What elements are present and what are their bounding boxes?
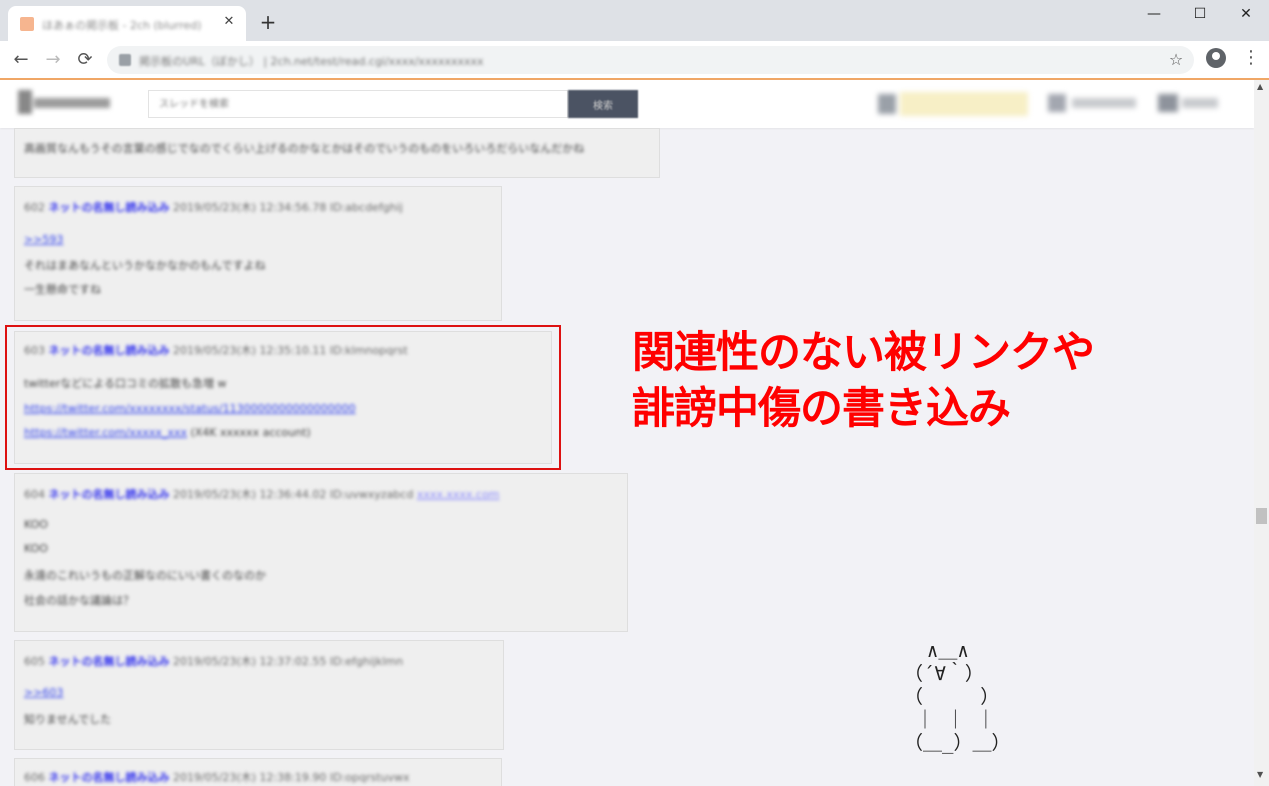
post: 606 ネットの名無し読み込み 2019/05/23(木) 12:38:19.9…: [14, 758, 502, 786]
post-extra-link[interactable]: xxxx.xxxx.com: [417, 488, 500, 501]
post-number: 602: [24, 201, 45, 214]
post-body-line: KOO: [24, 518, 48, 531]
annotation-callout: 関連性のない被リンクや 誹謗中傷の書き込み: [632, 325, 1212, 437]
site-header: 検索: [0, 80, 1254, 128]
back-icon[interactable]: ←: [10, 49, 32, 71]
address-bar[interactable]: 掲示板のURL（ぼかし） | 2ch.net/test/read.cgi/xxx…: [107, 46, 1194, 74]
annotation-highlight-box: [5, 325, 561, 470]
site-search-button[interactable]: 検索: [568, 90, 638, 118]
reply-anchor-link[interactable]: >>593: [24, 233, 63, 246]
maximize-button[interactable]: ☐: [1177, 0, 1223, 30]
post: 602 ネットの名無し読み込み 2019/05/23(木) 12:34:56.7…: [14, 186, 502, 321]
browser-tab[interactable]: ほあぁの掲示板 - 2ch (blurred) ✕: [8, 6, 246, 41]
post-body-line: 社会の話かな議論は？: [24, 594, 134, 607]
post-body-line: 知りませんでした: [24, 713, 112, 726]
browser-menu-icon[interactable]: ⋮: [1242, 47, 1260, 69]
close-window-button[interactable]: ✕: [1223, 0, 1269, 30]
minimize-button[interactable]: —: [1131, 0, 1177, 30]
post-body-line: 一生懸命ですね: [24, 283, 101, 296]
scroll-up-icon[interactable]: ▲: [1257, 82, 1263, 91]
header-promo-button[interactable]: [878, 90, 1028, 118]
post-header: 606 ネットの名無し読み込み 2019/05/23(木) 12:38:19.9…: [24, 769, 410, 785]
site-logo[interactable]: [18, 90, 110, 116]
site-favicon-icon: [20, 17, 34, 31]
post-author-link[interactable]: ネットの名無し読み込み: [49, 655, 170, 668]
address-url[interactable]: 掲示板のURL（ぼかし） | 2ch.net/test/read.cgi/xxx…: [139, 53, 484, 69]
new-tab-button[interactable]: +: [258, 12, 278, 32]
post-header: 604 ネットの名無し読み込み 2019/05/23(木) 12:36:44.0…: [24, 486, 499, 502]
post-number: 605: [24, 655, 45, 668]
close-tab-icon[interactable]: ✕: [220, 13, 238, 31]
forward-icon[interactable]: →: [42, 49, 64, 71]
reload-icon[interactable]: ⟳: [74, 49, 96, 71]
post-body-line: KOO: [24, 542, 48, 555]
page-scrollbar[interactable]: [1254, 80, 1269, 786]
ascii-art-cat: ∧＿∧ （´∀｀） （ ） ｜ ｜ ｜ （＿_）＿）: [904, 640, 1011, 754]
post: 高画質なんもうその言葉の感じでなのでくらい上げるのかなとかはそのでいうのものをい…: [14, 128, 660, 178]
post: 605 ネットの名無し読み込み 2019/05/23(木) 12:37:02.5…: [14, 640, 504, 750]
site-search-input[interactable]: [149, 91, 567, 117]
browser-toolbar: ← → ⟳ 掲示板のURL（ぼかし） | 2ch.net/test/read.c…: [0, 41, 1269, 80]
post-body-line: それはまあなんというかなかなかのもんですよね: [24, 259, 266, 272]
post-meta: 2019/05/23(木) 12:37:02.55 ID:efghijklmn: [173, 655, 404, 668]
scroll-down-icon[interactable]: ▼: [1257, 770, 1263, 779]
header-login-item[interactable]: [1158, 90, 1220, 118]
post-meta: 2019/05/23(木) 12:36:44.02 ID:uvwxyzabcd: [173, 488, 414, 501]
post-header: 605 ネットの名無し読み込み 2019/05/23(木) 12:37:02.5…: [24, 653, 403, 669]
header-nav-item[interactable]: [1048, 90, 1138, 118]
site-search-box[interactable]: [148, 90, 568, 118]
post-header: 602 ネットの名無し読み込み 2019/05/23(木) 12:34:56.7…: [24, 199, 403, 215]
post-number: 604: [24, 488, 45, 501]
post-body-line: 高画質なんもうその言葉の感じでなのでくらい上げるのかなとかはそのでいうのものをい…: [24, 142, 585, 155]
post-meta: 2019/05/23(木) 12:38:19.90 ID:opqrstuvwx: [173, 771, 410, 784]
post-author-link[interactable]: ネットの名無し読み込み: [49, 771, 170, 784]
site-info-icon[interactable]: [119, 54, 131, 66]
reply-anchor-link[interactable]: >>603: [24, 686, 63, 699]
browser-tab-strip: ほあぁの掲示板 - 2ch (blurred) ✕ + — ☐ ✕: [0, 0, 1269, 41]
post-number: 606: [24, 771, 45, 784]
post: 604 ネットの名無し読み込み 2019/05/23(木) 12:36:44.0…: [14, 473, 628, 632]
bookmark-star-icon[interactable]: ☆: [1166, 50, 1186, 70]
callout-line-2: 誹謗中傷の書き込み: [632, 384, 1011, 434]
profile-avatar-icon[interactable]: [1206, 48, 1226, 68]
tab-title: ほあぁの掲示板 - 2ch (blurred): [42, 19, 202, 32]
scrollbar-thumb[interactable]: [1256, 508, 1267, 524]
post-body-line: 永遠のこれいうもの正解なのにいい書くのなのか: [24, 569, 266, 582]
callout-line-1: 関連性のない被リンクや: [632, 328, 1095, 378]
post-author-link[interactable]: ネットの名無し読み込み: [49, 488, 170, 501]
post-meta: 2019/05/23(木) 12:34:56.78 ID:abcdefghij: [173, 201, 403, 214]
post-author-link[interactable]: ネットの名無し読み込み: [49, 201, 170, 214]
